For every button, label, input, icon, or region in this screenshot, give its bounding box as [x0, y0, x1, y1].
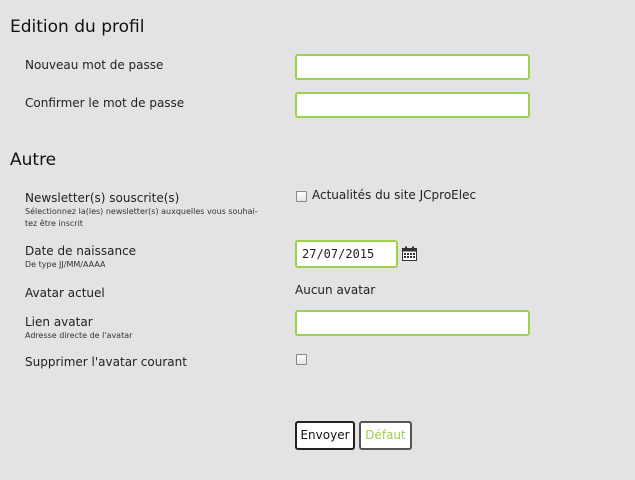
current-avatar-value: Aucun avatar — [295, 283, 376, 297]
newsletter-hint-line1: Sélectionnez la(les) newsletter(s) auxqu… — [25, 207, 258, 216]
section-title-profile: Edition du profil — [10, 17, 145, 37]
newsletter-hint-line2: tez être inscrit — [25, 219, 83, 228]
delete-avatar-checkbox[interactable] — [296, 354, 307, 365]
section-title-other: Autre — [10, 150, 57, 170]
new-password-input[interactable] — [295, 54, 530, 80]
new-password-label: Nouveau mot de passe — [25, 58, 164, 72]
avatar-link-label: Lien avatar — [25, 315, 93, 329]
current-avatar-label: Avatar actuel — [25, 286, 105, 300]
avatar-link-hint: Adresse directe de l'avatar — [25, 331, 133, 340]
avatar-link-input[interactable] — [295, 310, 530, 336]
newsletter-checkbox[interactable] — [296, 191, 307, 202]
newsletter-hint: Sélectionnez la(les) newsletter(s) auxqu… — [25, 206, 258, 230]
reset-button[interactable]: Défaut — [359, 421, 412, 450]
birthdate-input[interactable] — [295, 240, 398, 268]
confirm-password-input[interactable] — [295, 92, 530, 118]
delete-avatar-label: Supprimer l'avatar courant — [25, 355, 187, 369]
birthdate-hint: De type JJ/MM/AAAA — [25, 260, 106, 269]
confirm-password-label: Confirmer le mot de passe — [25, 96, 185, 110]
calendar-icon[interactable] — [402, 246, 417, 261]
birthdate-label: Date de naissance — [25, 244, 137, 258]
newsletter-label: Newsletter(s) souscrite(s) — [25, 191, 180, 205]
newsletter-option-label[interactable]: Actualités du site JCproElec — [312, 188, 476, 202]
submit-button[interactable]: Envoyer — [295, 421, 355, 450]
